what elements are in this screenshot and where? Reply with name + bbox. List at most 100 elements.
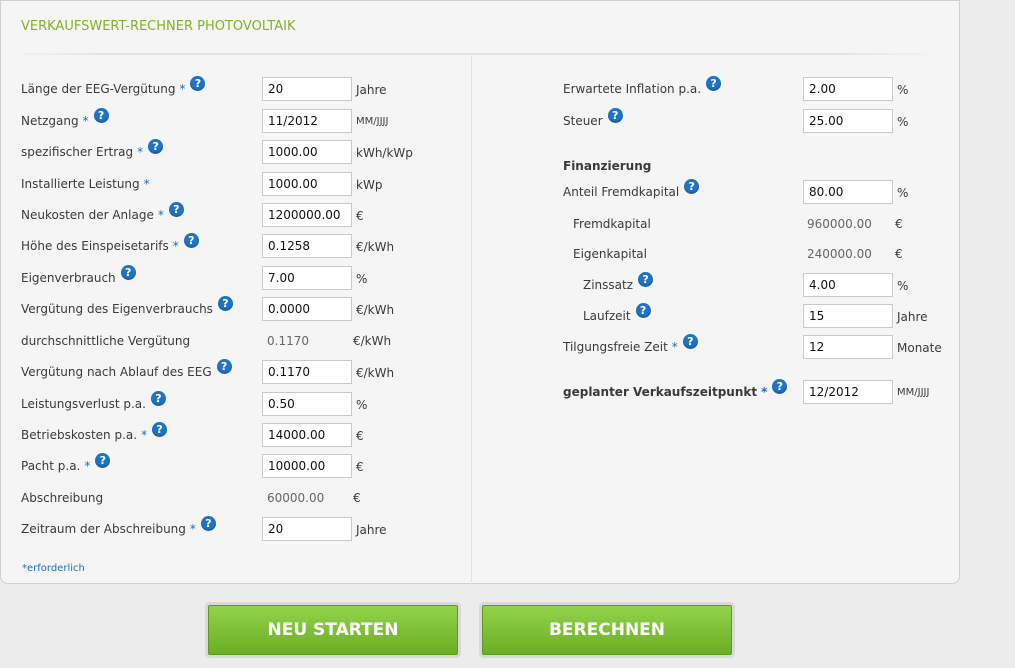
- row-depreciation-period: Zeitraum der Abschreibung*? Jahre: [1, 516, 471, 541]
- inflation-input[interactable]: [803, 77, 893, 101]
- post-eeg-pay-input[interactable]: [262, 360, 352, 384]
- feed-in-tariff-input[interactable]: [262, 234, 352, 258]
- feed-in-tariff-label: Höhe des Einspeisetarifs *?: [21, 233, 199, 254]
- post-eeg-pay-label: Vergütung nach Ablauf des EEG?: [21, 359, 232, 380]
- row-depreciation: Abschreibung 60000.00 €: [1, 486, 471, 510]
- equity-value: 240000.00: [807, 247, 872, 261]
- capacity-unit: kWp: [356, 178, 383, 192]
- opex-label: Betriebskosten p.a. *?: [21, 422, 168, 443]
- help-icon[interactable]: ?: [152, 422, 168, 437]
- calculate-button[interactable]: BERECHNEN: [482, 605, 732, 655]
- page-title: VERKAUFSWERT-RECHNER PHOTOVOLTAIK: [21, 19, 296, 34]
- sale-date-input[interactable]: [803, 380, 893, 404]
- help-icon[interactable]: ?: [217, 296, 233, 311]
- help-icon[interactable]: ?: [150, 391, 166, 406]
- post-eeg-pay-unit: €/kWh: [356, 366, 395, 380]
- debt-share-input[interactable]: [803, 180, 893, 204]
- eeg-duration-input[interactable]: [262, 77, 352, 101]
- term-label: Laufzeit?: [583, 303, 651, 324]
- self-consumption-input[interactable]: [262, 266, 352, 290]
- depreciation-value: 60000.00: [267, 491, 325, 505]
- term-input[interactable]: [803, 304, 893, 328]
- depreciation-period-input[interactable]: [262, 517, 352, 541]
- self-consumption-unit: %: [356, 272, 368, 286]
- help-icon[interactable]: ?: [682, 334, 698, 349]
- row-grace: Tilgungsfreie Zeit*? Monate: [471, 334, 951, 359]
- row-debt-share: Anteil Fremdkapital? %: [471, 179, 951, 204]
- interest-input[interactable]: [803, 273, 893, 297]
- row-debt: Fremdkapital 960000.00 €: [471, 212, 951, 236]
- new-cost-input[interactable]: [262, 203, 352, 227]
- depreciation-period-unit: Jahre: [356, 523, 387, 537]
- self-consumption-pay-input[interactable]: [262, 297, 352, 321]
- help-icon[interactable]: ?: [93, 108, 109, 123]
- lease-input[interactable]: [262, 454, 352, 478]
- eeg-duration-label: Länge der EEG-Vergütung *?: [21, 76, 206, 97]
- grace-unit: Monate: [897, 341, 942, 355]
- help-icon[interactable]: ?: [120, 265, 136, 280]
- grace-input[interactable]: [803, 335, 893, 359]
- title-divider: [9, 53, 939, 55]
- restart-button[interactable]: NEU STARTEN: [208, 605, 458, 655]
- help-icon[interactable]: ?: [168, 202, 184, 217]
- row-self-consumption-pay: Vergütung des Eigenverbrauchs? €/kWh: [1, 296, 471, 321]
- depreciation-unit: €: [353, 491, 361, 505]
- self-consumption-label: Eigenverbrauch?: [21, 265, 136, 286]
- debt-share-unit: %: [897, 186, 909, 200]
- debt-label: Fremdkapital: [573, 217, 651, 231]
- help-icon[interactable]: ?: [684, 179, 700, 194]
- sale-date-label: geplanter Verkaufszeitpunkt *?: [563, 379, 788, 400]
- capacity-input[interactable]: [262, 172, 352, 196]
- help-icon[interactable]: ?: [95, 453, 111, 468]
- debt-unit: €: [895, 217, 903, 231]
- row-opex: Betriebskosten p.a.*? €: [1, 422, 471, 447]
- capacity-label: Installierte Leistung *: [21, 177, 150, 191]
- feed-in-tariff-unit: €/kWh: [356, 240, 395, 254]
- degradation-input[interactable]: [262, 392, 352, 416]
- tax-label: Steuer?: [563, 108, 623, 129]
- row-equity: Eigenkapital 240000.00 €: [471, 242, 951, 266]
- lease-label: Pacht p.a. *?: [21, 453, 111, 474]
- term-unit: Jahre: [897, 310, 928, 324]
- grid-date-input[interactable]: [262, 109, 352, 133]
- new-cost-unit: €: [356, 209, 364, 223]
- help-icon[interactable]: ?: [638, 272, 654, 287]
- row-grid-date: Netzgang*? MM/JJJJ: [1, 108, 471, 133]
- help-icon[interactable]: ?: [706, 76, 722, 91]
- row-sale-date: geplanter Verkaufszeitpunkt*? MM/JJJJ: [471, 379, 951, 404]
- row-self-consumption: Eigenverbrauch? %: [1, 265, 471, 290]
- row-capacity: Installierte Leistung* kWp: [1, 172, 471, 196]
- row-avg-pay: durchschnittliche Vergütung 0.1170 €/kWh: [1, 329, 471, 353]
- row-lease: Pacht p.a.*? €: [1, 453, 471, 478]
- help-icon[interactable]: ?: [200, 516, 216, 531]
- row-degradation: Leistungsverlust p.a.? %: [1, 391, 471, 416]
- opex-input[interactable]: [262, 423, 352, 447]
- interest-label: Zinssatz?: [583, 272, 654, 293]
- new-cost-label: Neukosten der Anlage *?: [21, 202, 184, 223]
- specific-yield-unit: kWh/kWp: [356, 146, 413, 160]
- row-post-eeg-pay: Vergütung nach Ablauf des EEG? €/kWh: [1, 359, 471, 384]
- debt-share-label: Anteil Fremdkapital?: [563, 179, 700, 200]
- equity-label: Eigenkapital: [573, 247, 647, 261]
- required-footnote: *erforderlich: [22, 563, 85, 574]
- help-icon[interactable]: ?: [772, 379, 788, 394]
- equity-unit: €: [895, 247, 903, 261]
- row-term: Laufzeit? Jahre: [471, 303, 951, 328]
- debt-value: 960000.00: [807, 217, 872, 231]
- tax-input[interactable]: [803, 109, 893, 133]
- specific-yield-input[interactable]: [262, 140, 352, 164]
- help-icon[interactable]: ?: [635, 303, 651, 318]
- degradation-label: Leistungsverlust p.a.?: [21, 391, 166, 412]
- inflation-label: Erwartete Inflation p.a.?: [563, 76, 722, 97]
- sale-date-unit: MM/JJJJ: [897, 387, 930, 398]
- lease-unit: €: [356, 460, 364, 474]
- help-icon[interactable]: ?: [607, 108, 623, 123]
- eeg-duration-unit: Jahre: [356, 83, 387, 97]
- row-interest: Zinssatz? %: [471, 272, 951, 297]
- help-icon[interactable]: ?: [190, 76, 206, 91]
- help-icon[interactable]: ?: [148, 139, 164, 154]
- row-new-cost: Neukosten der Anlage*? €: [1, 202, 471, 227]
- grace-label: Tilgungsfreie Zeit *?: [563, 334, 698, 355]
- help-icon[interactable]: ?: [183, 233, 199, 248]
- help-icon[interactable]: ?: [216, 359, 232, 374]
